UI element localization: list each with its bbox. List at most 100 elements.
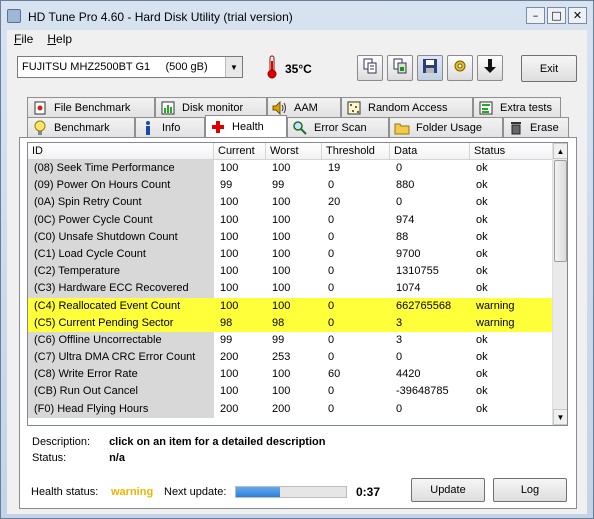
table-cell-data: 1074: [396, 282, 421, 295]
table-cell-threshold: 0: [328, 230, 335, 243]
tab-folder-usage[interactable]: Folder Usage: [389, 117, 503, 137]
save-button[interactable]: [417, 55, 443, 81]
copy-text-button[interactable]: [357, 55, 383, 81]
tab-error-scan[interactable]: Error Scan: [287, 117, 389, 137]
tab-extra-tests[interactable]: Extra tests: [473, 97, 561, 117]
status-row: Status: n/a: [32, 452, 125, 464]
update-button[interactable]: Update: [411, 478, 485, 502]
menu-help[interactable]: Help: [40, 30, 79, 48]
table-cell-threshold: 60: [328, 368, 341, 381]
table-cell-worst: 100: [272, 247, 291, 260]
table-cell-current: 200: [220, 402, 239, 415]
table-row[interactable]: (0A) Spin Retry Count 100 100 20 0 ok: [28, 194, 554, 212]
table-row[interactable]: (C7) Ultra DMA CRC Error Count 200 253 0 0 ok: [28, 349, 554, 367]
scroll-thumb[interactable]: [554, 160, 567, 262]
table-cell-data: 3: [390, 314, 470, 332]
table-cell-worst: 100: [266, 297, 322, 315]
table-row[interactable]: (C8) Write Error Rate 100 100 60 4420 ok: [28, 366, 554, 384]
column-header-worst[interactable]: Worst: [266, 143, 322, 160]
table-cell-worst: 253: [272, 351, 291, 364]
table-cell-worst: 100: [272, 265, 291, 278]
tools-icon: [452, 58, 468, 78]
log-button[interactable]: Log: [493, 478, 567, 502]
table-cell-data: 0: [396, 162, 403, 174]
vertical-scrollbar[interactable]: ▲ ▼: [552, 143, 567, 425]
table-cell-current: 100: [220, 368, 239, 381]
down-arrow-button[interactable]: [477, 55, 503, 81]
table-cell-current: 100: [214, 297, 266, 315]
file-benchmark-icon: [32, 100, 48, 116]
status-value: n/a: [109, 452, 125, 464]
table-cell-id: (C3) Hardware ECC Recovered: [28, 280, 214, 298]
table-cell-worst: 200: [272, 402, 291, 415]
table-cell-threshold: 0: [328, 282, 335, 295]
table-cell-threshold: 0: [328, 333, 335, 346]
scroll-up-icon[interactable]: ▲: [553, 143, 567, 159]
table-cell-data: 0: [396, 196, 403, 209]
table-cell-id: (C4) Reallocated Event Count: [28, 297, 214, 315]
title-bar[interactable]: HD Tune Pro 4.60 - Hard Disk Utility (tr…: [1, 1, 593, 30]
column-header-threshold[interactable]: Threshold: [322, 143, 390, 160]
column-header-id[interactable]: ID: [28, 143, 214, 160]
arrow-down-icon: [483, 58, 497, 78]
table-row[interactable]: (C1) Load Cycle Count 100 100 0 9700 ok: [28, 245, 554, 264]
tab-benchmark[interactable]: Benchmark: [27, 117, 135, 137]
close-button[interactable]: ✕: [568, 7, 587, 24]
table-row[interactable]: (F0) Head Flying Hours 200 200 0 0 ok: [28, 400, 554, 418]
tab-info[interactable]: Info: [135, 117, 205, 137]
table-cell-threshold: 0: [322, 314, 390, 332]
table-row[interactable]: (C6) Offline Uncorrectable 99 99 0 3 ok: [28, 331, 554, 350]
column-header-current[interactable]: Current: [214, 143, 266, 160]
table-cell-threshold: 0: [328, 213, 335, 226]
table-row[interactable]: (C0) Unsafe Shutdown Count 100 100 0 88 ok: [28, 228, 554, 246]
tab-random-access[interactable]: Random Access: [341, 97, 473, 117]
table-cell-current: 100: [220, 196, 239, 209]
table-cell-data: 0: [396, 402, 403, 415]
table-row[interactable]: (CB) Run Out Cancel 100 100 0 -39648785 ok: [28, 383, 554, 401]
table-row[interactable]: (09) Power On Hours Count 99 99 0 880 ok: [28, 177, 554, 195]
column-header-status[interactable]: Status: [470, 143, 554, 160]
table-cell-status: ok: [476, 351, 488, 364]
bulb-icon: [32, 120, 48, 136]
table-row[interactable]: (0C) Power Cycle Count 100 100 0 974 ok: [28, 211, 554, 229]
table-cell-id: (C7) Ultra DMA CRC Error Count: [28, 349, 214, 367]
table-row[interactable]: (08) Seek Time Performance 100 100 19 0 ok: [28, 160, 554, 178]
scroll-down-icon[interactable]: ▼: [553, 409, 567, 425]
table-cell-status: ok: [476, 333, 488, 346]
smart-table[interactable]: ID Current Worst Threshold Data Status (…: [27, 142, 568, 426]
table-cell-status: ok: [476, 282, 488, 295]
description-label: Description:: [32, 436, 91, 448]
column-header-data[interactable]: Data: [390, 143, 470, 160]
tab-erase[interactable]: Erase: [503, 117, 569, 137]
table-cell-data: -39648785: [396, 385, 449, 398]
tab-health[interactable]: Health: [205, 115, 287, 137]
random-access-icon: [346, 100, 362, 116]
table-cell-current: 98: [214, 314, 266, 332]
maximize-button[interactable]: □: [547, 7, 566, 24]
table-row[interactable]: (C4) Reallocated Event Count 100 100 0 66276…: [28, 297, 554, 315]
table-row[interactable]: (C3) Hardware ECC Recovered 100 100 0 1074 ok: [28, 280, 554, 298]
copy-screenshot-button[interactable]: [387, 55, 413, 81]
table-cell-threshold: 0: [328, 402, 335, 415]
table-cell-current: 100: [220, 213, 239, 226]
minimize-button[interactable]: –: [526, 7, 545, 24]
options-button[interactable]: [447, 55, 473, 81]
table-cell-data: 1310755: [396, 265, 439, 278]
table-row[interactable]: (C2) Temperature 100 100 0 1310755 ok: [28, 263, 554, 281]
table-cell-id: (C0) Unsafe Shutdown Count: [28, 228, 214, 246]
table-cell-current: 100: [220, 265, 239, 278]
exit-button[interactable]: Exit: [521, 55, 577, 82]
tab-disk-monitor[interactable]: Disk monitor: [155, 97, 267, 117]
app-window: HD Tune Pro 4.60 - Hard Disk Utility (tr…: [0, 0, 594, 519]
table-cell-data: 974: [396, 213, 415, 226]
tab-aam[interactable]: AAM: [267, 97, 341, 117]
drive-select[interactable]: FUJITSU MHZ2500BT G1 (500 gB) ▼: [17, 56, 243, 78]
table-cell-id: (0C) Power Cycle Count: [28, 211, 214, 229]
table-cell-status: ok: [476, 402, 488, 415]
chevron-down-icon[interactable]: ▼: [225, 57, 242, 77]
table-row[interactable]: (C5) Current Pending Sector 98 98 0 3 warning: [28, 314, 554, 332]
tab-file-benchmark[interactable]: File Benchmark: [27, 97, 155, 117]
table-cell-status: ok: [476, 162, 488, 174]
table-cell-status: warning: [470, 314, 554, 332]
menu-file[interactable]: File: [7, 30, 40, 48]
